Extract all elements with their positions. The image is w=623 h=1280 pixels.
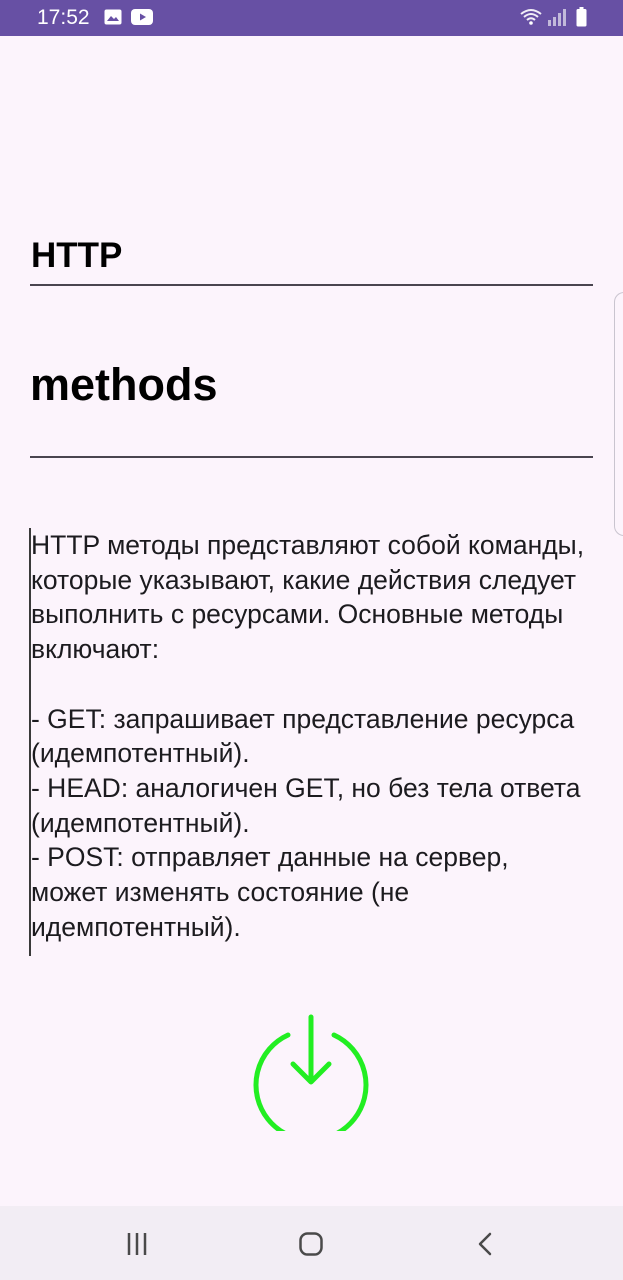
- description-text[interactable]: HTTP методы представляют собой команды, …: [29, 528, 591, 956]
- battery-icon: [576, 7, 587, 27]
- title-text: HTTP: [31, 236, 123, 275]
- subtitle-text: methods: [30, 359, 218, 410]
- back-icon[interactable]: [472, 1230, 500, 1258]
- status-time: 17:52: [37, 6, 90, 29]
- status-bar: 17:52: [0, 0, 623, 36]
- recent-apps-icon[interactable]: [124, 1230, 152, 1258]
- title-divider: [30, 284, 593, 286]
- subtitle-divider: [30, 456, 593, 458]
- home-icon[interactable]: [297, 1230, 325, 1258]
- download-icon[interactable]: [252, 1013, 370, 1131]
- youtube-icon: [131, 9, 153, 25]
- navigation-bar: [0, 1206, 623, 1280]
- edge-panel-handle[interactable]: [614, 292, 623, 536]
- gallery-icon: [104, 9, 122, 25]
- signal-icon: [548, 9, 566, 26]
- wifi-icon: [520, 9, 542, 25]
